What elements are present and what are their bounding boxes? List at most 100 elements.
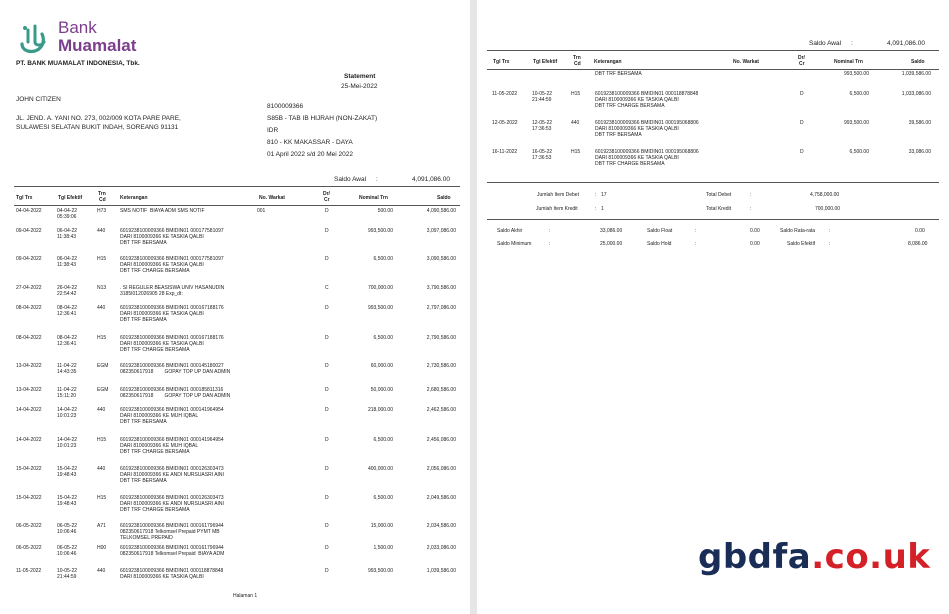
saldo-efektif-colon: : <box>829 241 831 247</box>
cell-keterangan: 6019238100009366 BMIDIN01 000161796944 0… <box>120 545 225 557</box>
saldo-float-value: 0.00 <box>750 228 760 234</box>
cell-dr-cr: D <box>325 256 329 262</box>
cell-saldo: 3,097,086.00 <box>426 228 456 234</box>
cell-trn-cd: H15 <box>97 335 107 341</box>
cell-nominal: 6,500.00 <box>849 91 869 97</box>
cell-tgl-efektif: 12-05-22 17:36:53 <box>532 120 553 132</box>
cell-tgl-efektif: 15-04-22 19:48:43 <box>57 495 78 507</box>
cell-keterangan: 6019238100009366 BMIDIN01 000126303473 D… <box>120 495 224 513</box>
cell-dr-cr: D <box>325 523 329 529</box>
cell-dr-cr: D <box>325 208 329 214</box>
cell-saldo: 4,090,586.00 <box>426 208 456 214</box>
jumlah-kredit-label: Jumlah Item Kredit <box>536 206 578 212</box>
cell-nominal: 218,000.00 <box>367 407 393 413</box>
col-tgl-efektif: Tgl Efektif <box>58 195 83 201</box>
cell-nominal: 500.00 <box>377 208 393 214</box>
statement-page-2: Saldo Awal : 4,091,086.00 Tgl Trx Tgl Ef… <box>477 0 949 614</box>
col-no-warkat: No. Warkat <box>259 195 285 201</box>
logo-text-muamalat: Muamalat <box>58 36 137 55</box>
account-branch: 810 - KK MAKASSAR - DAYA <box>267 139 353 146</box>
statement-title: Statement <box>344 73 376 80</box>
col-keterangan: Keterangan <box>594 59 622 65</box>
col-nominal: Nominal Trn <box>834 59 863 65</box>
cell-keterangan: 6019238100009366 BMIDIN01 000167188176 D… <box>120 335 224 353</box>
account-currency: IDR <box>267 127 279 134</box>
cell-dr-cr: D <box>800 91 804 97</box>
total-debet-label: Total Debet <box>706 192 732 198</box>
cell-nominal: 6,500.00 <box>373 437 393 443</box>
cell-tgl-trx: 14-04-2022 <box>16 437 42 443</box>
jumlah-debet-value: 17 <box>601 192 607 198</box>
statement-date: 25-Mei-2022 <box>341 83 378 90</box>
cell-trn-cd: EGM <box>97 363 109 369</box>
cell-trn-cd: EGM <box>97 387 109 393</box>
cell-tgl-trx: 15-04-2022 <box>16 495 42 501</box>
saldo-efektif-value: 8,086.00 <box>908 241 928 247</box>
cell-keterangan: 6019238100009366 BMIDIN01 000141964954 D… <box>120 407 224 425</box>
cell-saldo: 2,034,586.00 <box>426 523 456 529</box>
cell-tgl-efektif: 14-04-22 10:01:23 <box>57 437 78 449</box>
cell-keterangan: 6019238100009366 BMIDIN01 000185811316 0… <box>120 387 231 399</box>
watermark-main: gbdfa <box>698 537 812 577</box>
cell-keterangan: 6019238100009366 BMIDIN01 000118878848 D… <box>120 568 224 580</box>
bank-muamalat-logo-icon <box>20 24 46 54</box>
cell-nominal: 50,000.00 <box>370 387 393 393</box>
cell-keterangan: 6019238100009366 BMIDIN01 000126303473 D… <box>120 466 224 484</box>
cell-keterangan: 6019238100009366 BMIDIN01 000177581097 D… <box>120 256 224 274</box>
saldo-akhir-colon: : <box>549 228 551 234</box>
cell-tgl-trx: 06-05-2022 <box>16 523 42 529</box>
cell-trn-cd: 440 <box>97 228 106 234</box>
cell-saldo: 2,056,086.00 <box>426 466 456 472</box>
saldo-rata-label: Saldo Rata-rata <box>780 228 816 234</box>
saldo-awal-label: Saldo Awal <box>334 176 367 183</box>
saldo-rata-value: 0.00 <box>915 228 925 234</box>
cell-keterangan: 6019238100009366 BMIDIN01 000141964954 D… <box>120 437 224 455</box>
cell-dr-cr: D <box>325 407 329 413</box>
cell-tgl-trx: 11-05-2022 <box>492 91 518 97</box>
cell-nominal: 400,000.00 <box>367 466 393 472</box>
customer-address-line2: SULAWESI SELATAN BUKIT INDAH, SOREANG 91… <box>16 124 179 131</box>
cell-keterangan: 6019238100009366 BMIDIN01 000195068806 D… <box>595 120 699 138</box>
table-header-bottom-rule <box>14 205 460 206</box>
cell-tgl-efektif: 10-05-22 21:44:59 <box>57 568 78 580</box>
cell-tgl-efektif: 15-04-22 19:48:43 <box>57 466 78 478</box>
cell-dr-cr: D <box>325 228 329 234</box>
customer-address-line1: JL. JEND. A. YANI NO. 273, 002/009 KOTA … <box>16 115 181 122</box>
cell-dr-cr: D <box>325 495 329 501</box>
saldo-efektif-label: Saldo Efektif <box>787 241 816 247</box>
col-tgl-efektif: Tgl Efektif <box>533 59 558 65</box>
cell-saldo: 33,086.00 <box>908 149 931 155</box>
cell-nominal: 993,500.00 <box>367 228 393 234</box>
total-debet-colon: : <box>750 192 752 198</box>
cell-tgl-efektif: 10-05-22 21:44:59 <box>532 91 553 103</box>
saldo-akhir-label: Saldo Akhir <box>497 228 523 234</box>
cell-dr-cr: D <box>800 120 804 126</box>
cell-nominal: 993,500.00 <box>843 120 869 126</box>
cell-dr-cr: D <box>325 335 329 341</box>
cell-dr-cr: D <box>325 387 329 393</box>
col-cr: Cr <box>799 61 805 67</box>
cell-tgl-efektif: 26-04-22 22:54:42 <box>57 285 78 297</box>
table-header-top-rule-p2 <box>487 50 939 51</box>
cell-keterangan: . SI REGULER BEASISWA UNIV HASANUDIN 318… <box>120 285 225 297</box>
cell-nominal: 6,500.00 <box>373 256 393 262</box>
cell-tgl-trx: 16-11-2022 <box>492 149 518 155</box>
cell-tgl-efektif: 06-04-22 11:38:43 <box>57 228 78 240</box>
cell-trn-cd: H15 <box>97 495 107 501</box>
col-saldo: Saldo <box>911 59 925 65</box>
customer-name: JOHN CITIZEN <box>16 96 61 103</box>
saldo-awal-value: 4,091,086.00 <box>412 176 450 183</box>
cell-nominal: 15,000.00 <box>370 523 393 529</box>
cell-tgl-trx: 14-04-2022 <box>16 407 42 413</box>
saldo-hold-colon: : <box>695 241 697 247</box>
account-info: 8100009366 S85B - TAB IB HIJRAH (NON-ZAK… <box>267 101 377 161</box>
cell-trn-cd: H15 <box>571 91 581 97</box>
saldo-hold-value: 0.00 <box>750 241 760 247</box>
cell-tgl-trx: 11-05-2022 <box>16 568 42 574</box>
cell-keterangan: SMS NOTIF BIAYA ADM SMS NOTIF <box>120 208 205 214</box>
cell-dr-cr: D <box>325 568 329 574</box>
total-kredit-value: 700,000.00 <box>815 206 841 212</box>
cell-saldo: 1,039,586.00 <box>426 568 456 574</box>
col-tgl-trx: Tgl Trx <box>16 195 33 201</box>
summary-top-rule <box>487 182 939 183</box>
